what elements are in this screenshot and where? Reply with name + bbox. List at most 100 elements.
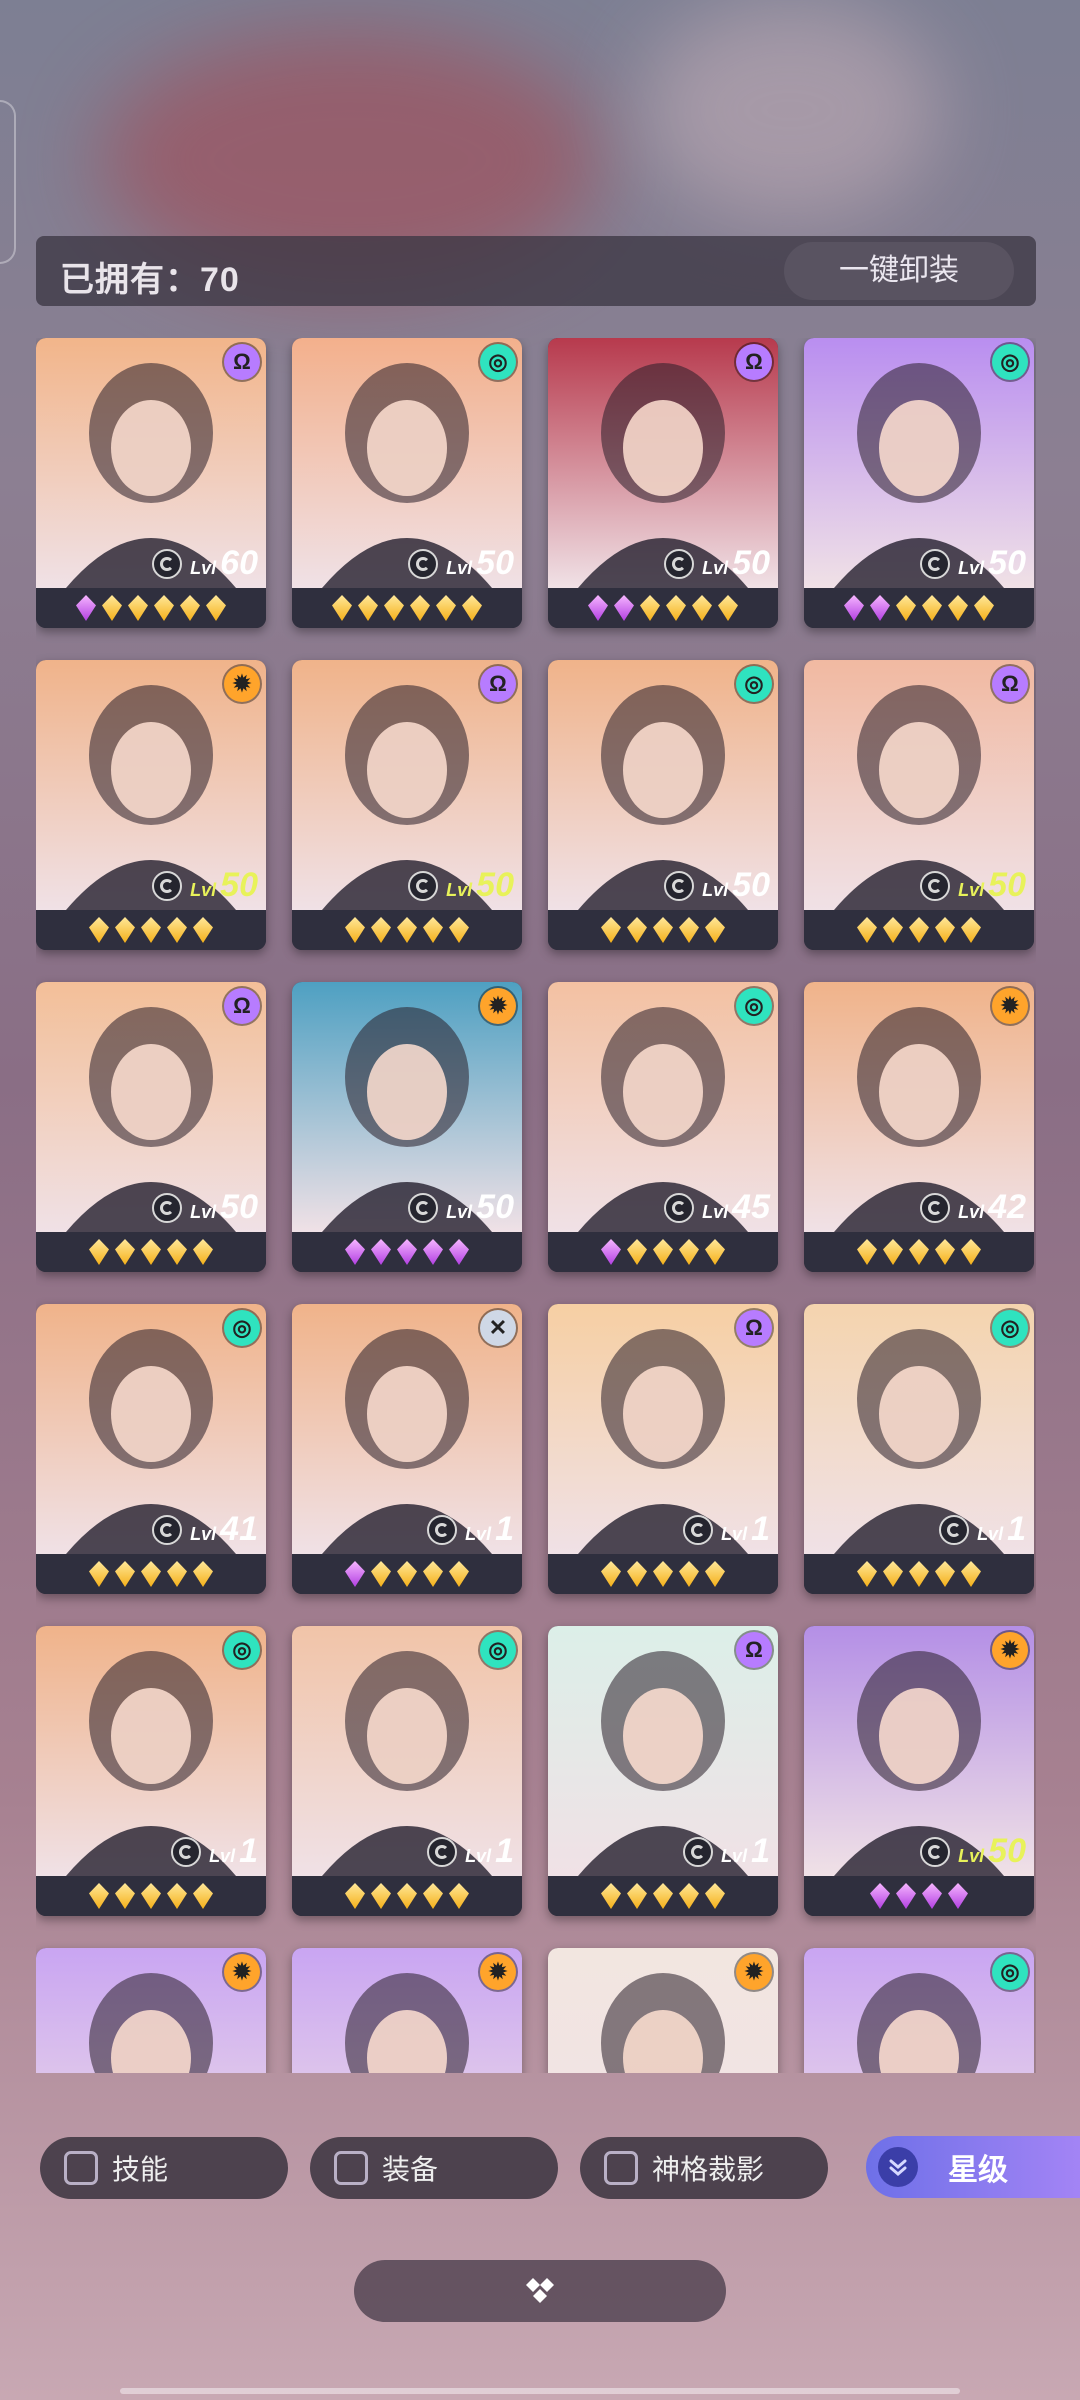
gold-star-icon (961, 917, 981, 943)
gold-star-icon (206, 595, 226, 621)
collapse-handle[interactable] (354, 2260, 726, 2322)
unequip-all-button[interactable]: 一键卸装 (784, 242, 1014, 300)
class-teal-icon: ◎ (992, 1310, 1028, 1346)
level-prefix: Lvl (958, 1202, 985, 1222)
purple-star-icon (870, 595, 890, 621)
home-indicator[interactable] (120, 2388, 960, 2394)
checkbox-icon[interactable] (64, 2151, 98, 2185)
level-row: Lvl 50 (920, 1832, 1026, 1871)
gold-star-icon (935, 1239, 955, 1265)
level-prefix: Lvl (446, 558, 473, 578)
hero-card[interactable]: ◎ Lvl 41 (36, 1304, 266, 1594)
level-prefix: Lvl (190, 880, 217, 900)
purple-star-icon (948, 1883, 968, 1909)
hero-card[interactable]: ✹ Lvl 42 (804, 982, 1034, 1272)
gold-star-icon (397, 917, 417, 943)
filter-label: 技能 (112, 2154, 169, 2185)
hero-card[interactable]: ◎ Lvl 45 (548, 982, 778, 1272)
side-tab[interactable] (0, 100, 16, 264)
class-purple-icon: Ω (224, 344, 260, 380)
gold-star-icon (371, 1561, 391, 1587)
awaken-icon (427, 1514, 458, 1545)
hero-card[interactable]: ◎ Lvl 50 (804, 338, 1034, 628)
class-orange-icon: ✹ (480, 988, 516, 1024)
level-prefix: Lvl (702, 1202, 729, 1222)
gold-star-icon (193, 1883, 213, 1909)
hero-card[interactable]: ✕ Lvl 1 (292, 1304, 522, 1594)
gold-star-icon (371, 1883, 391, 1909)
level-number: 50 (220, 1188, 258, 1226)
hero-level: Lvl 50 (446, 866, 514, 905)
star-rating (292, 1876, 522, 1916)
hero-card[interactable]: ✹ (292, 1948, 522, 2073)
filter-label: 装备 (382, 2154, 439, 2185)
filter-equipment-toggle[interactable]: 装备 (310, 2137, 558, 2199)
filter-divinity-toggle[interactable]: 神格裁影 (580, 2137, 828, 2199)
class-teal-icon: ◎ (224, 1632, 260, 1668)
hero-card[interactable]: ✹ Lvl 50 (804, 1626, 1034, 1916)
gold-star-icon (935, 917, 955, 943)
level-number: 42 (988, 1188, 1026, 1226)
level-number: 41 (220, 1510, 258, 1548)
level-prefix: Lvl (190, 1524, 217, 1544)
checkbox-icon[interactable] (334, 2151, 368, 2185)
awaken-icon (664, 1192, 695, 1223)
hero-card[interactable]: ◎ Lvl 1 (36, 1626, 266, 1916)
hero-card[interactable]: ◎ Lvl 50 (292, 338, 522, 628)
gold-star-icon (640, 595, 660, 621)
hero-card[interactable]: Ω Lvl 60 (36, 338, 266, 628)
gold-star-icon (857, 1561, 877, 1587)
hero-card[interactable]: ◎ Lvl 1 (804, 1304, 1034, 1594)
star-rating (548, 1554, 778, 1594)
level-row: Lvl 50 (664, 866, 770, 905)
hero-card[interactable]: ✹ (36, 1948, 266, 2073)
level-number: 1 (751, 1510, 770, 1548)
awaken-icon (920, 1836, 951, 1867)
owned-count: 已拥有：70 (60, 261, 240, 299)
gold-star-icon (345, 1883, 365, 1909)
hero-card[interactable]: Ω Lvl 50 (292, 660, 522, 950)
level-prefix: Lvl (958, 880, 985, 900)
hero-card[interactable]: Ω Lvl 1 (548, 1626, 778, 1916)
level-prefix: Lvl (446, 880, 473, 900)
hero-level: Lvl 1 (977, 1510, 1026, 1549)
hero-level: Lvl 50 (446, 544, 514, 583)
sort-by-star-button[interactable]: 星级 (866, 2136, 1080, 2198)
star-rating (292, 588, 522, 628)
purple-star-icon (371, 1239, 391, 1265)
star-rating (292, 910, 522, 950)
hero-card[interactable]: Ω Lvl 1 (548, 1304, 778, 1594)
gold-star-icon (705, 1239, 725, 1265)
star-rating (804, 910, 1034, 950)
hero-card[interactable]: Ω Lvl 50 (804, 660, 1034, 950)
gold-star-icon (141, 1239, 161, 1265)
filter-skill-toggle[interactable]: 技能 (40, 2137, 288, 2199)
gold-star-icon (397, 1561, 417, 1587)
class-silver-icon: ✕ (480, 1310, 516, 1346)
hero-card[interactable]: ✹ (548, 1948, 778, 2073)
level-prefix: Lvl (702, 558, 729, 578)
gold-star-icon (679, 1239, 699, 1265)
hero-level: Lvl 50 (446, 1188, 514, 1227)
gold-star-icon (193, 917, 213, 943)
hero-card[interactable]: ✹ Lvl 50 (36, 660, 266, 950)
gold-star-icon (601, 917, 621, 943)
star-rating (548, 1876, 778, 1916)
awaken-icon (408, 548, 439, 579)
hero-card[interactable]: Ω Lvl 50 (36, 982, 266, 1272)
hero-card[interactable]: ◎ Lvl 50 (548, 660, 778, 950)
purple-star-icon (844, 595, 864, 621)
star-rating (36, 910, 266, 950)
hero-card[interactable]: ◎ Lvl 1 (292, 1626, 522, 1916)
gold-star-icon (89, 1883, 109, 1909)
chevron-double-down-icon (878, 2147, 918, 2187)
hero-card[interactable]: ✹ Lvl 50 (292, 982, 522, 1272)
gold-star-icon (141, 1883, 161, 1909)
hero-card[interactable]: ◎ (804, 1948, 1034, 2073)
star-rating (804, 1876, 1034, 1916)
gold-star-icon (679, 917, 699, 943)
hero-card[interactable]: Ω Lvl 50 (548, 338, 778, 628)
checkbox-icon[interactable] (604, 2151, 638, 2185)
gold-star-icon (627, 917, 647, 943)
gold-star-icon (705, 1561, 725, 1587)
